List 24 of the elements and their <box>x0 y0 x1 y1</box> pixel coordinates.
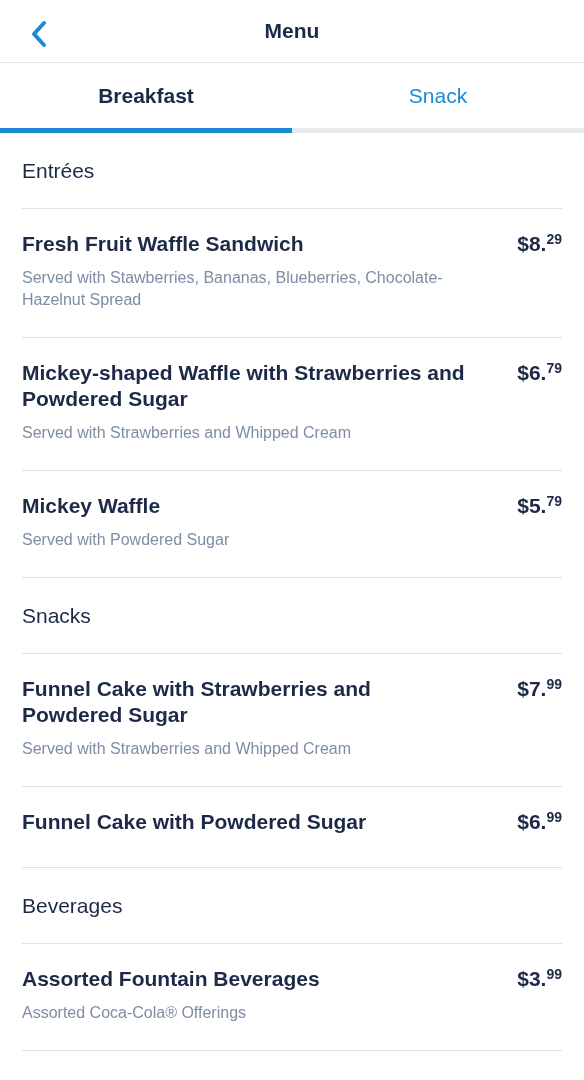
menu-item-description: Served with Powdered Sugar <box>22 530 230 550</box>
tab[interactable]: Breakfast <box>0 63 292 133</box>
section-heading: Entrées <box>22 157 95 184</box>
section-heading: Beverages <box>22 892 123 919</box>
menu-item-name: Mickey Waffle <box>22 493 162 519</box>
menu-item-price: $5.$^{79}$ <box>517 493 562 519</box>
menu-item-name: Assorted Fountain Beverages <box>22 966 321 992</box>
menu-item-name: Fresh Fruit Waffle Sandwich <box>22 231 305 257</box>
menu-item-description: Served with Stawberries, Bananas, Blueberries, Chocolate-Hazelnut Spread <box>22 268 444 310</box>
menu-item-price: $6.$^{79}$ <box>517 360 562 386</box>
page-title: Menu <box>264 18 320 45</box>
menu-item-description: Served with Strawberries and Whipped Cream <box>22 739 353 759</box>
menu-item-description: Served with Strawberries and Whipped Cream <box>22 423 353 443</box>
menu-item-name: Mickey-shaped Waffle with Strawberries and Powdered Sugar <box>22 360 466 412</box>
tab[interactable]: Snack <box>292 63 584 133</box>
menu-item-price: $8.$^{29}$ <box>517 231 562 257</box>
menu-item-price: $7.$^{99}$ <box>517 676 562 702</box>
menu-item-description: Assorted Coca-Cola® Offerings <box>22 1003 248 1023</box>
section-heading: Snacks <box>22 602 91 629</box>
menu-item-name: Funnel Cake with Strawberries and Powdered Sugar <box>22 676 372 728</box>
back-icon <box>30 20 48 48</box>
menu-item-price: $3.$^{99}$ <box>517 966 562 992</box>
menu-item-price: $6.$^{99}$ <box>517 809 562 835</box>
menu-item-name: Funnel Cake with Powdered Sugar <box>22 809 368 835</box>
